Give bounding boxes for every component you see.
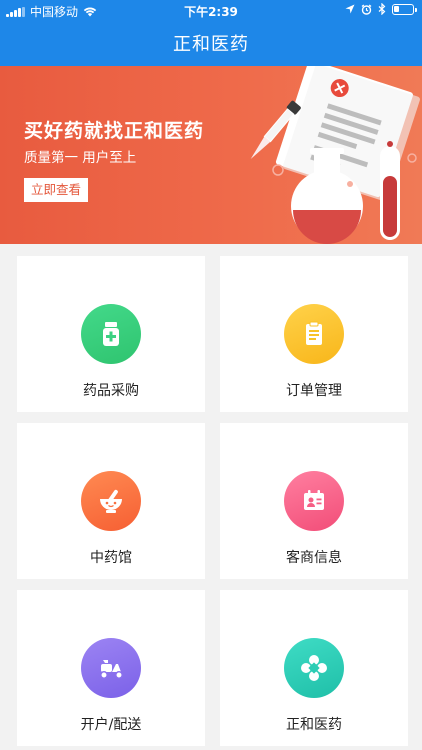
- medicine-bottle-icon: [81, 304, 141, 364]
- banner-headline: 买好药就找正和医药: [24, 120, 205, 142]
- status-bar: 中国移动 下午2:39: [0, 0, 422, 22]
- tile-order-management[interactable]: 订单管理: [220, 256, 408, 412]
- view-now-button[interactable]: 立即查看: [24, 178, 89, 202]
- bluetooth-icon: [378, 3, 386, 15]
- tile-label: 药品采购: [83, 383, 139, 399]
- location-arrow-icon: [345, 4, 355, 14]
- tile-merchant-info[interactable]: 客商信息: [220, 423, 408, 579]
- tile-label: 开户/配送: [80, 717, 142, 733]
- tile-zhenghe-pharma[interactable]: 正和医药: [220, 590, 408, 746]
- top-bar: 中国移动 下午2:39 正和医药: [0, 0, 422, 66]
- scooter-icon: [81, 638, 141, 698]
- alarm-clock-icon: [361, 4, 372, 15]
- page-title: 正和医药: [173, 34, 249, 55]
- tile-chinese-medicine[interactable]: 中药馆: [17, 423, 205, 579]
- contact-card-icon: [284, 471, 344, 531]
- tile-label: 正和医药: [286, 717, 342, 733]
- tile-label: 订单管理: [286, 383, 342, 399]
- clipboard-icon: [284, 304, 344, 364]
- tile-label: 中药馆: [90, 550, 132, 566]
- banner-subline: 质量第一 用户至上: [24, 150, 137, 166]
- promo-banner[interactable]: 买好药就找正和医药 质量第一 用户至上 立即查看: [0, 66, 422, 244]
- tile-label: 客商信息: [286, 550, 342, 566]
- tile-account-delivery[interactable]: 开户/配送: [17, 590, 205, 746]
- brand-logo-icon: [284, 638, 344, 698]
- tile-medicine-purchase[interactable]: 药品采购: [17, 256, 205, 412]
- lab-illustration-icon: [250, 66, 420, 244]
- battery-icon: [392, 3, 417, 15]
- mortar-pestle-icon: [81, 471, 141, 531]
